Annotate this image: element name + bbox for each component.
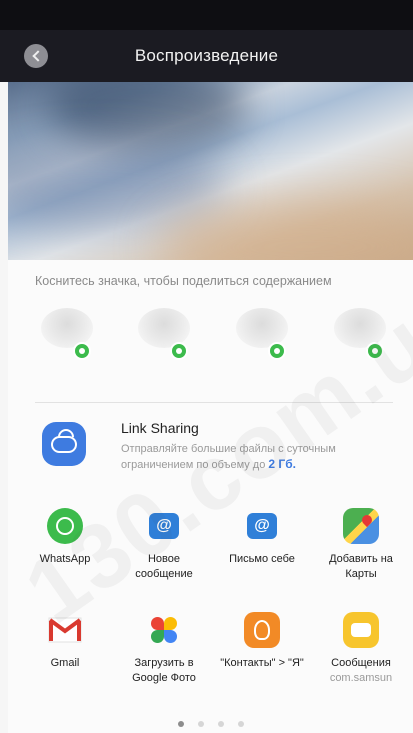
page-dot	[218, 721, 224, 727]
link-sharing-size: 2 Гб.	[268, 457, 296, 471]
page-indicator	[178, 721, 258, 729]
app-label: "Контакты" > "Я"	[220, 657, 304, 669]
direct-share-contact[interactable]	[132, 304, 204, 366]
email-icon: @	[247, 513, 277, 539]
direct-share-contact[interactable]	[328, 304, 400, 366]
video-preview	[8, 82, 413, 260]
back-button[interactable]	[24, 44, 48, 68]
whatsapp-badge-icon	[73, 342, 91, 360]
app-label: Письмо себе	[229, 553, 295, 565]
link-sharing-cloud-icon	[42, 422, 86, 466]
share-hint: Коснитесь значка, чтобы поделиться содер…	[35, 274, 332, 288]
share-app-contacts-me[interactable]: "Контакты" > "Я"	[217, 612, 307, 700]
page-dot	[178, 721, 184, 727]
link-sharing-title: Link Sharing	[121, 420, 199, 436]
app-label: Добавить на Карты	[329, 553, 393, 580]
link-sharing-description: Отправляйте большие файлы с суточным огр…	[121, 443, 336, 471]
title-bar: Воспроизведение	[0, 30, 413, 82]
app-label: WhatsApp	[39, 553, 91, 565]
link-sharing-option[interactable]: Link Sharing Отправляйте большие файлы с…	[8, 418, 413, 478]
direct-share-contact[interactable]	[230, 304, 302, 366]
google-photos-icon	[146, 612, 182, 648]
back-arrow-icon	[31, 50, 44, 62]
direct-share-contacts	[8, 304, 413, 366]
page-dot	[238, 721, 244, 727]
whatsapp-icon	[47, 508, 83, 544]
app-label: Gmail	[50, 657, 80, 669]
direct-share-contact[interactable]	[35, 304, 107, 366]
app-package-label: com.samsun	[329, 672, 393, 684]
whatsapp-badge-icon	[366, 342, 384, 360]
contacts-icon	[244, 612, 280, 648]
status-bar	[0, 0, 413, 30]
email-icon: @	[149, 513, 179, 539]
share-app-whatsapp[interactable]: WhatsApp	[20, 508, 110, 596]
page-dot	[198, 721, 204, 727]
divider	[35, 402, 393, 403]
share-app-gmail[interactable]: Gmail	[20, 612, 110, 700]
share-sheet: Коснитесь значка, чтобы поделиться содер…	[8, 260, 413, 733]
share-app-messages[interactable]: Сообщения com.samsun	[316, 612, 406, 700]
app-label: Загрузить в Google Фото	[132, 657, 196, 684]
gmail-icon	[47, 612, 83, 648]
share-app-maps[interactable]: Добавить на Карты	[316, 508, 406, 596]
share-app-new-message[interactable]: @ Новое сообщение	[119, 508, 209, 596]
messages-icon	[343, 612, 379, 648]
whatsapp-badge-icon	[268, 342, 286, 360]
maps-icon	[343, 508, 379, 544]
whatsapp-badge-icon	[170, 342, 188, 360]
app-label: Сообщения com.samsun	[316, 656, 406, 686]
app-label: Новое сообщение	[135, 553, 193, 580]
page-title: Воспроизведение	[134, 46, 279, 65]
share-app-google-photos[interactable]: Загрузить в Google Фото	[119, 612, 209, 700]
share-app-mail-self[interactable]: @ Письмо себе	[217, 508, 307, 596]
